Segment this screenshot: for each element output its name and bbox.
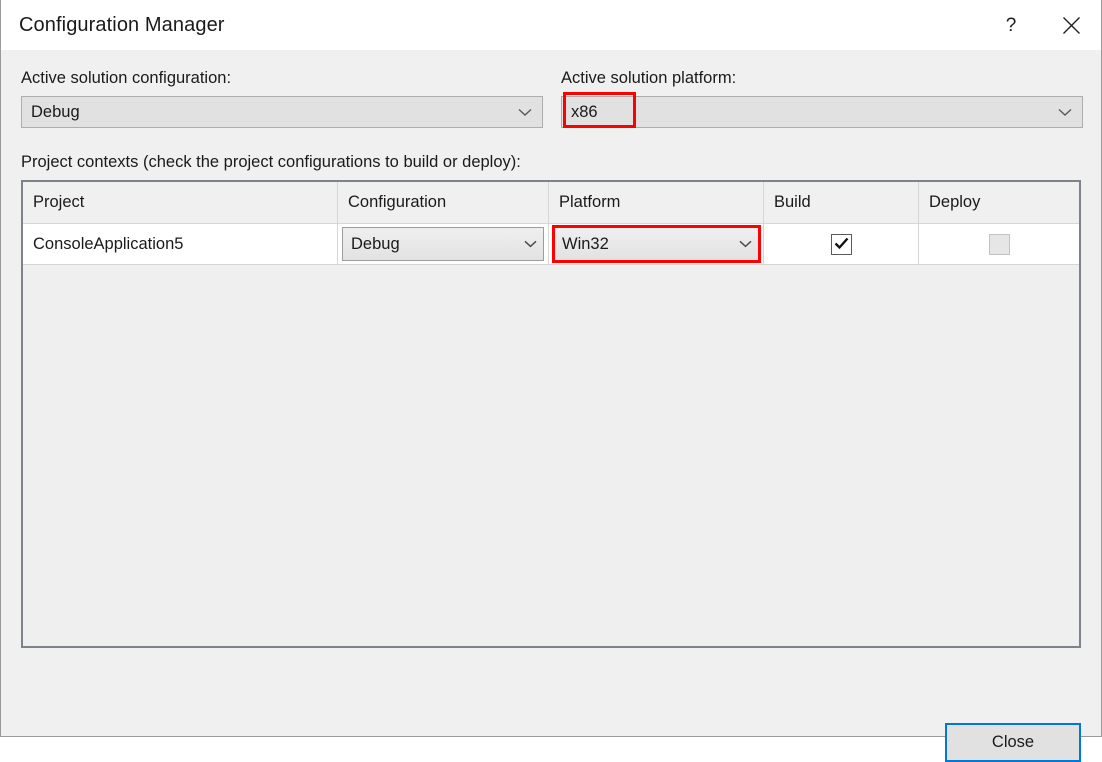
cell-project-name[interactable]: ConsoleApplication5 bbox=[23, 224, 338, 264]
cell-deploy bbox=[919, 224, 1079, 264]
row-configuration-combobox[interactable]: Debug bbox=[342, 227, 544, 261]
project-contexts-grid: Project Configuration Platform Build Dep… bbox=[21, 180, 1081, 648]
close-window-button[interactable] bbox=[1041, 0, 1101, 50]
question-mark-icon: ? bbox=[1005, 14, 1017, 36]
active-solution-platform-combobox[interactable]: x86 bbox=[561, 96, 1083, 128]
help-button[interactable]: ? bbox=[981, 0, 1041, 50]
row-platform-combobox[interactable]: Win32 bbox=[553, 227, 759, 261]
cell-configuration: Debug bbox=[338, 224, 549, 264]
column-header-platform[interactable]: Platform bbox=[549, 182, 764, 223]
active-solution-configuration-combobox[interactable]: Debug bbox=[21, 96, 543, 128]
chevron-down-icon bbox=[1048, 108, 1082, 117]
checkmark-icon bbox=[834, 236, 849, 256]
close-button[interactable]: Close bbox=[945, 723, 1081, 762]
project-contexts-label: Project contexts (check the project conf… bbox=[21, 153, 521, 171]
table-row: ConsoleApplication5 Debug Win32 bbox=[23, 224, 1079, 265]
cell-build bbox=[764, 224, 919, 264]
active-solution-configuration-value: Debug bbox=[31, 102, 80, 121]
column-header-configuration[interactable]: Configuration bbox=[338, 182, 549, 223]
column-header-project[interactable]: Project bbox=[23, 182, 338, 223]
chevron-down-icon bbox=[732, 240, 758, 248]
row-platform-value: Win32 bbox=[562, 234, 609, 253]
chevron-down-icon bbox=[517, 240, 543, 248]
close-x-icon bbox=[1062, 16, 1081, 35]
chevron-down-icon bbox=[508, 108, 542, 117]
caption-button-group: ? bbox=[981, 0, 1101, 50]
title-bar: Configuration Manager ? bbox=[1, 0, 1101, 51]
cell-platform: Win32 bbox=[549, 224, 764, 264]
active-solution-configuration-label: Active solution configuration: bbox=[21, 69, 232, 87]
grid-header-row: Project Configuration Platform Build Dep… bbox=[23, 182, 1079, 224]
page-title: Configuration Manager bbox=[19, 14, 225, 36]
active-solution-platform-value: x86 bbox=[571, 102, 598, 121]
row-configuration-value: Debug bbox=[351, 234, 400, 253]
configuration-manager-dialog: Configuration Manager ? Active solution … bbox=[0, 0, 1102, 762]
deploy-checkbox[interactable] bbox=[988, 233, 1010, 255]
column-header-deploy[interactable]: Deploy bbox=[919, 182, 1079, 223]
dialog-body: Active solution configuration: Debug Act… bbox=[1, 50, 1101, 762]
build-checkbox[interactable] bbox=[830, 233, 852, 256]
column-header-build[interactable]: Build bbox=[764, 182, 919, 223]
active-solution-platform-label: Active solution platform: bbox=[561, 69, 737, 87]
